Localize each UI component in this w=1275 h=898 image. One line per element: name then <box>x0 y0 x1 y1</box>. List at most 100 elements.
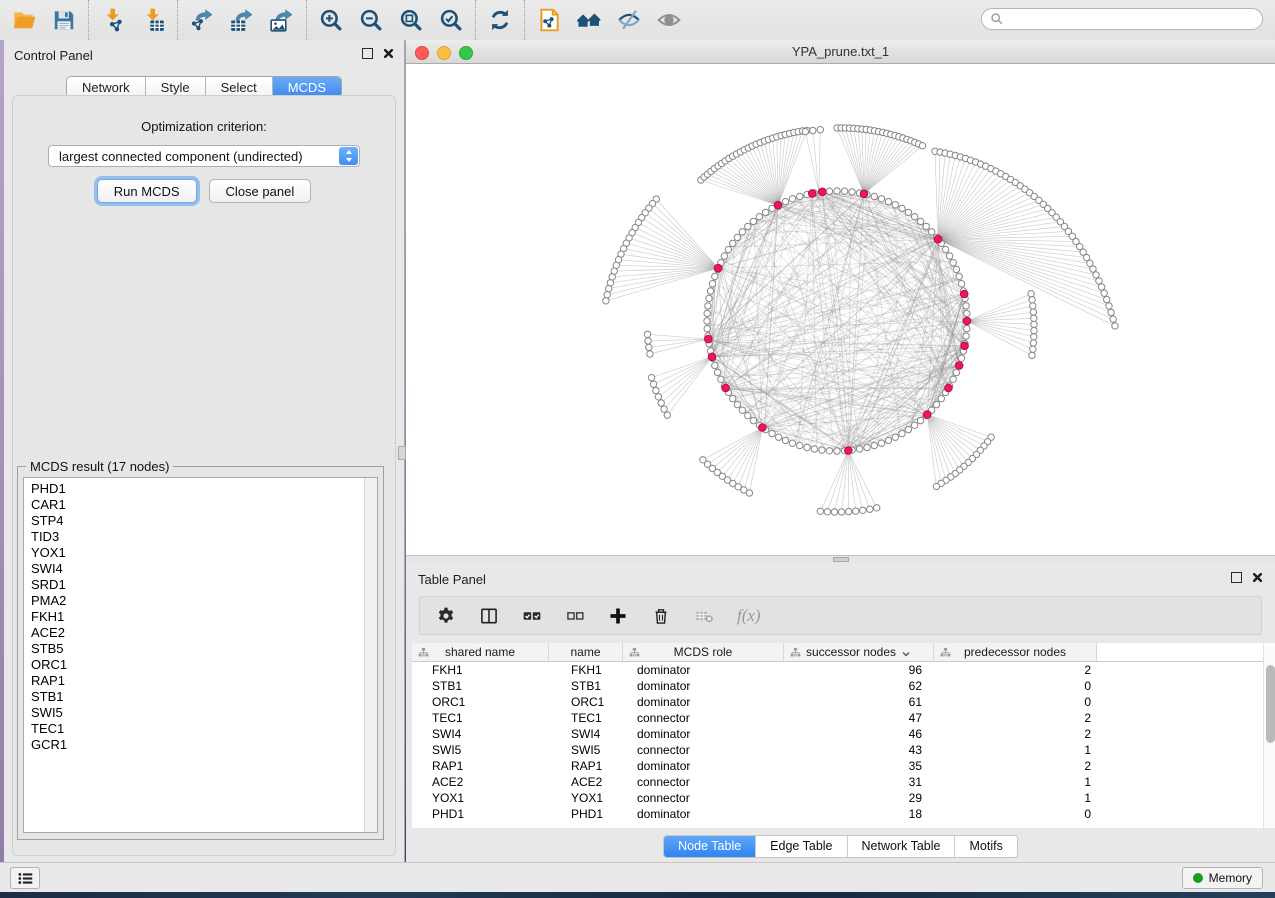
table-row[interactable]: ACE2ACE2connector311 <box>412 774 1263 790</box>
table-row[interactable]: TEC1TEC1connector472 <box>412 710 1263 726</box>
delete-table-icon[interactable] <box>694 606 714 626</box>
mcds-result-title: MCDS result (17 nodes) <box>26 459 173 474</box>
table-row[interactable]: SWI4SWI4dominator462 <box>412 726 1263 742</box>
mcds-result-item[interactable]: STP4 <box>31 513 377 529</box>
column-header-MCDS-role[interactable]: MCDS role <box>623 643 784 662</box>
network-from-file-icon[interactable] <box>534 5 564 35</box>
close-table-panel-icon[interactable] <box>1252 572 1263 583</box>
deselect-all-icon[interactable] <box>565 606 585 626</box>
maximize-window-icon[interactable] <box>459 46 473 60</box>
mcds-result-item[interactable]: PHD1 <box>31 481 377 497</box>
column-header-shared-name[interactable]: shared name <box>412 643 549 662</box>
add-icon[interactable] <box>608 606 628 626</box>
horizontal-splitter-handle[interactable] <box>833 557 849 562</box>
search-box[interactable] <box>981 8 1263 30</box>
mcds-result-item[interactable]: SWI4 <box>31 561 377 577</box>
export-table-icon[interactable] <box>227 5 257 35</box>
mcds-result-item[interactable]: SWI5 <box>31 705 377 721</box>
save-session-icon[interactable] <box>49 5 79 35</box>
mcds-result-item[interactable]: TID3 <box>31 529 377 545</box>
table-row[interactable]: ORC1ORC1dominator610 <box>412 694 1263 710</box>
home-icon[interactable] <box>574 5 604 35</box>
mcds-result-item[interactable]: SRD1 <box>31 577 377 593</box>
float-table-panel-icon[interactable] <box>1231 572 1242 583</box>
result-list-scrollbar[interactable] <box>364 478 377 832</box>
mcds-result-item[interactable]: FKH1 <box>31 609 377 625</box>
task-history-button[interactable] <box>10 867 40 889</box>
sort-desc-icon[interactable] <box>901 649 911 659</box>
dominator-node <box>774 201 782 209</box>
tab-edge-table[interactable]: Edge Table <box>755 836 846 857</box>
close-window-icon[interactable] <box>415 46 429 60</box>
mcds-result-item[interactable]: ORC1 <box>31 657 377 673</box>
import-table-icon[interactable] <box>138 5 168 35</box>
mcds-result-item[interactable]: PMA2 <box>31 593 377 609</box>
table-row[interactable]: PHD1PHD1dominator180 <box>412 806 1263 822</box>
mcds-result-item[interactable]: TEC1 <box>31 721 377 737</box>
open-file-icon[interactable] <box>9 5 39 35</box>
table-panel-title: Table Panel <box>418 572 486 587</box>
table-row[interactable]: SWI5SWI5connector431 <box>412 742 1263 758</box>
mcds-result-item[interactable]: ACE2 <box>31 625 377 641</box>
column-header-name[interactable]: name <box>549 643 623 662</box>
cell-successor_nodes: 43 <box>784 743 934 757</box>
refresh-layout-icon[interactable] <box>485 5 515 35</box>
settings-icon[interactable] <box>436 606 456 626</box>
memory-button[interactable]: Memory <box>1182 867 1263 889</box>
function-icon[interactable]: f(x) <box>737 606 761 626</box>
select-stepper-icon[interactable] <box>339 147 358 165</box>
dominator-node <box>708 353 716 361</box>
memory-label: Memory <box>1209 871 1252 885</box>
mcds-result-item[interactable]: STB5 <box>31 641 377 657</box>
select-all-icon[interactable] <box>522 606 542 626</box>
tab-motifs[interactable]: Motifs <box>954 836 1016 857</box>
mcds-result-item[interactable]: GCR1 <box>31 737 377 753</box>
float-panel-icon[interactable] <box>362 48 373 59</box>
import-network-icon[interactable] <box>98 5 128 35</box>
network-window-titlebar[interactable]: YPA_prune.txt_1 <box>406 40 1275 64</box>
table-row[interactable]: STB1STB1dominator620 <box>412 678 1263 694</box>
network-graph[interactable] <box>406 64 1275 555</box>
mcds-result-item[interactable]: RAP1 <box>31 673 377 689</box>
table-scrollbar-thumb[interactable] <box>1266 665 1275 743</box>
hide-visualization-icon[interactable] <box>614 5 644 35</box>
mcds-result-item[interactable]: YOX1 <box>31 545 377 561</box>
mcds-result-list[interactable]: PHD1CAR1STP4TID3YOX1SWI4SRD1PMA2FKH1ACE2… <box>23 477 378 833</box>
delete-icon[interactable] <box>651 606 671 626</box>
cell-shared_name: RAP1 <box>412 759 549 773</box>
tab-node-table[interactable]: Node Table <box>664 836 755 857</box>
cell-name: ACE2 <box>549 775 623 789</box>
column-type-icon <box>940 647 951 658</box>
dominator-node <box>860 190 868 198</box>
search-input[interactable] <box>1004 10 1262 28</box>
export-network-icon[interactable] <box>187 5 217 35</box>
run-mcds-button[interactable]: Run MCDS <box>97 179 197 203</box>
columns-icon[interactable] <box>479 606 499 626</box>
column-header-predecessor-nodes[interactable]: predecessor nodes <box>934 643 1097 662</box>
table-scrollbar[interactable] <box>1263 643 1275 828</box>
cell-successor_nodes: 46 <box>784 727 934 741</box>
minimize-window-icon[interactable] <box>437 46 451 60</box>
close-panel-icon[interactable] <box>383 48 394 59</box>
table-row[interactable]: RAP1RAP1dominator352 <box>412 758 1263 774</box>
network-canvas[interactable] <box>406 64 1275 555</box>
zoom-in-icon[interactable] <box>316 5 346 35</box>
zoom-selected-icon[interactable] <box>436 5 466 35</box>
close-panel-button[interactable]: Close panel <box>209 179 312 203</box>
vertical-splitter-handle[interactable] <box>398 446 406 460</box>
zoom-out-icon[interactable] <box>356 5 386 35</box>
show-visualization-icon[interactable] <box>654 5 684 35</box>
horizontal-splitter[interactable] <box>406 555 1275 563</box>
column-header-successor-nodes[interactable]: successor nodes <box>784 643 934 662</box>
table-row[interactable]: FKH1FKH1dominator962 <box>412 662 1263 678</box>
table-row[interactable]: YOX1YOX1connector291 <box>412 790 1263 806</box>
mcds-result-item[interactable]: STB1 <box>31 689 377 705</box>
zoom-fit-icon[interactable] <box>396 5 426 35</box>
control-panel-title: Control Panel <box>14 48 93 63</box>
optimization-select[interactable]: largest connected component (undirected) <box>48 145 360 167</box>
cell-shared_name: ORC1 <box>412 695 549 709</box>
export-image-icon[interactable] <box>267 5 297 35</box>
cell-predecessor_nodes: 2 <box>934 759 1097 773</box>
tab-network-table[interactable]: Network Table <box>847 836 955 857</box>
mcds-result-item[interactable]: CAR1 <box>31 497 377 513</box>
